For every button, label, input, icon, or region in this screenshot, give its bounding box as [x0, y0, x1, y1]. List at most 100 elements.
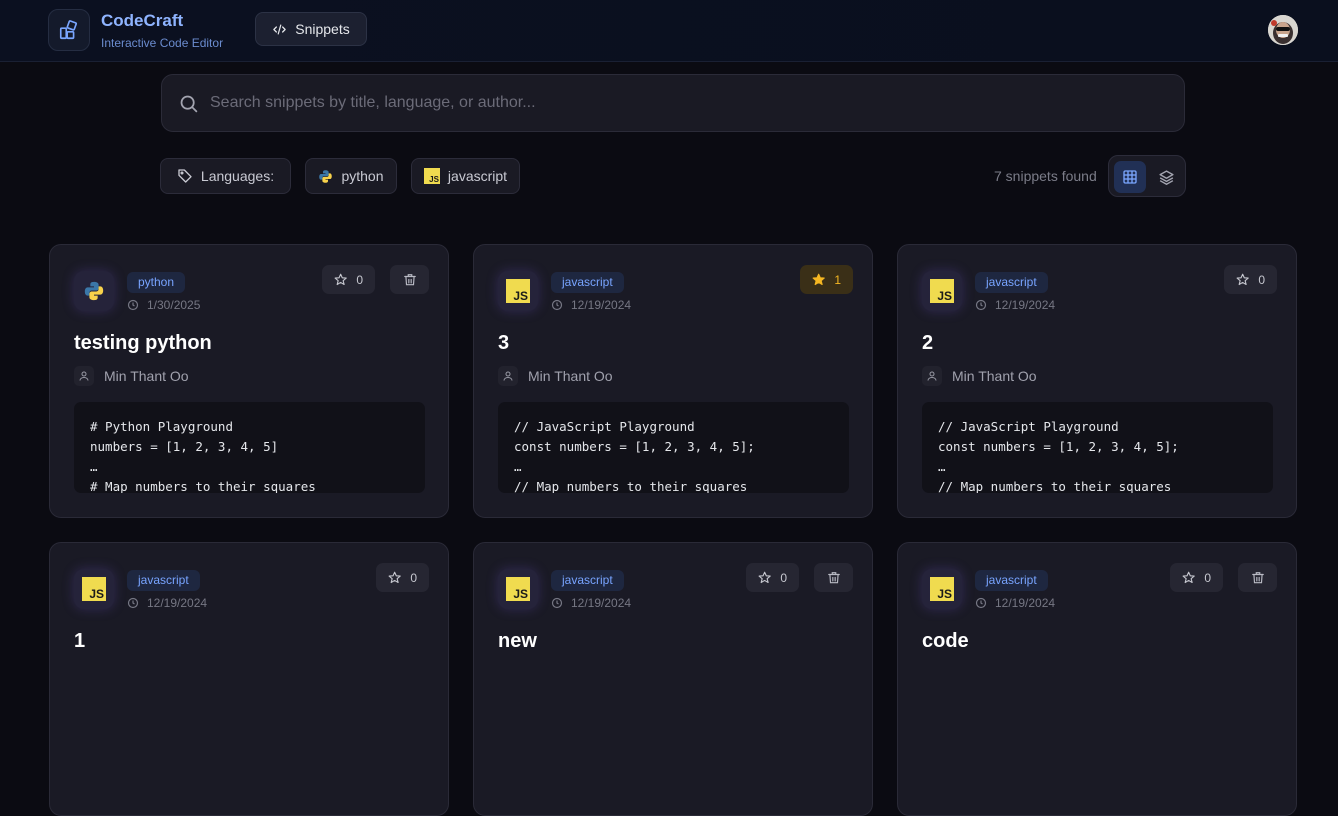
- star-button[interactable]: 1: [800, 265, 853, 294]
- python-icon: [319, 169, 333, 183]
- app-header: CodeCraft Interactive Code Editor Snippe…: [0, 0, 1338, 62]
- javascript-icon: JS: [922, 569, 962, 609]
- star-icon: [334, 273, 347, 286]
- snippet-card[interactable]: JS javascript 12/19/2024 0 2 Min Thant O…: [897, 244, 1297, 518]
- trash-icon: [403, 273, 416, 285]
- date-text: 12/19/2024: [147, 596, 208, 610]
- brand-subtitle: Interactive Code Editor: [101, 36, 224, 50]
- star-count: 1: [834, 272, 841, 287]
- language-badge: python: [127, 272, 186, 293]
- star-button[interactable]: 0: [322, 265, 375, 294]
- snippets-button[interactable]: Snippets: [255, 12, 367, 46]
- grid-view-button[interactable]: [1114, 161, 1146, 193]
- snippet-card[interactable]: JS javascript 12/19/2024 1 3 Min Thant O…: [473, 244, 873, 518]
- list-view-button[interactable]: [1150, 161, 1182, 193]
- javascript-icon: JS: [498, 569, 538, 609]
- clock-icon: [127, 597, 139, 609]
- star-icon: [1182, 571, 1195, 584]
- clock-icon: [975, 299, 987, 311]
- author-name: Min Thant Oo: [952, 368, 1037, 384]
- author-name: Min Thant Oo: [104, 368, 189, 384]
- javascript-icon: JS: [74, 569, 114, 609]
- clock-icon: [127, 299, 139, 311]
- star-count: 0: [1258, 272, 1265, 287]
- snippet-title: 3: [498, 332, 510, 354]
- delete-button[interactable]: [814, 563, 853, 592]
- snippet-date: 12/19/2024: [551, 298, 631, 312]
- user-icon: [498, 366, 518, 386]
- clock-icon: [551, 299, 563, 311]
- star-count: 0: [780, 570, 787, 585]
- language-badge: javascript: [551, 272, 624, 293]
- snippet-date: 12/19/2024: [975, 298, 1055, 312]
- star-count: 0: [1204, 570, 1211, 585]
- filter-chip-javascript[interactable]: JS javascript: [411, 158, 520, 194]
- star-count: 0: [356, 272, 363, 287]
- clock-icon: [975, 597, 987, 609]
- view-toggle: [1108, 155, 1186, 197]
- brand-title: CodeCraft: [101, 11, 184, 30]
- date-text: 12/19/2024: [571, 596, 632, 610]
- code-preview: // JavaScript Playground const numbers =…: [498, 402, 849, 493]
- search-icon: [180, 95, 198, 113]
- language-badge: javascript: [975, 272, 1048, 293]
- star-button[interactable]: 0: [1224, 265, 1277, 294]
- languages-label: Languages:: [200, 168, 275, 184]
- user-icon: [922, 366, 942, 386]
- snippet-title: 2: [922, 332, 934, 354]
- search-bar[interactable]: [161, 74, 1185, 132]
- star-icon: [758, 571, 771, 584]
- layers-icon: [1158, 169, 1174, 185]
- javascript-icon: JS: [498, 271, 538, 311]
- javascript-icon: JS: [423, 168, 440, 184]
- trash-icon: [1251, 571, 1264, 583]
- star-icon: [812, 273, 825, 286]
- user-icon: [74, 366, 94, 386]
- filter-chip-label: javascript: [447, 168, 508, 184]
- snippet-date: 1/30/2025: [127, 298, 200, 312]
- tag-icon: [178, 169, 192, 183]
- snippet-card[interactable]: python 1/30/2025 0 testing python Min Th…: [49, 244, 449, 518]
- star-button[interactable]: 0: [1170, 563, 1223, 592]
- snippet-card[interactable]: JS javascript 12/19/2024 0 new: [473, 542, 873, 816]
- star-icon: [1236, 273, 1249, 286]
- snippet-date: 12/19/2024: [551, 596, 631, 610]
- language-badge: javascript: [551, 570, 624, 591]
- search-input[interactable]: [210, 75, 1160, 131]
- snippet-author: Min Thant Oo: [498, 366, 613, 386]
- snippet-date: 12/19/2024: [127, 596, 207, 610]
- snippet-date: 12/19/2024: [975, 596, 1055, 610]
- code-icon: [273, 24, 286, 34]
- star-count: 0: [410, 570, 417, 585]
- code-preview: // JavaScript Playground const numbers =…: [922, 402, 1273, 493]
- logo-icon[interactable]: [48, 9, 90, 51]
- delete-button[interactable]: [390, 265, 429, 294]
- clock-icon: [551, 597, 563, 609]
- snippet-author: Min Thant Oo: [74, 366, 189, 386]
- snippet-card[interactable]: JS javascript 12/19/2024 0 code: [897, 542, 1297, 816]
- language-badge: javascript: [975, 570, 1048, 591]
- language-badge: javascript: [127, 570, 200, 591]
- snippet-author: Min Thant Oo: [922, 366, 1037, 386]
- star-button[interactable]: 0: [746, 563, 799, 592]
- date-text: 12/19/2024: [995, 596, 1056, 610]
- date-text: 1/30/2025: [147, 298, 201, 312]
- trash-icon: [827, 571, 840, 583]
- star-icon: [388, 571, 401, 584]
- star-button[interactable]: 0: [376, 563, 429, 592]
- snippet-title: testing python: [74, 332, 212, 354]
- grid-icon: [1123, 170, 1137, 184]
- date-text: 12/19/2024: [995, 298, 1056, 312]
- author-name: Min Thant Oo: [528, 368, 613, 384]
- avatar[interactable]: [1268, 15, 1298, 45]
- date-text: 12/19/2024: [571, 298, 632, 312]
- code-preview: # Python Playground numbers = [1, 2, 3, …: [74, 402, 425, 493]
- javascript-icon: JS: [922, 271, 962, 311]
- languages-label-chip: Languages:: [160, 158, 291, 194]
- filter-chip-python[interactable]: python: [305, 158, 397, 194]
- snippets-button-label: Snippets: [295, 21, 350, 37]
- python-icon: [74, 271, 114, 311]
- delete-button[interactable]: [1238, 563, 1277, 592]
- filter-chip-label: python: [341, 168, 384, 184]
- snippet-card[interactable]: JS javascript 12/19/2024 0 1: [49, 542, 449, 816]
